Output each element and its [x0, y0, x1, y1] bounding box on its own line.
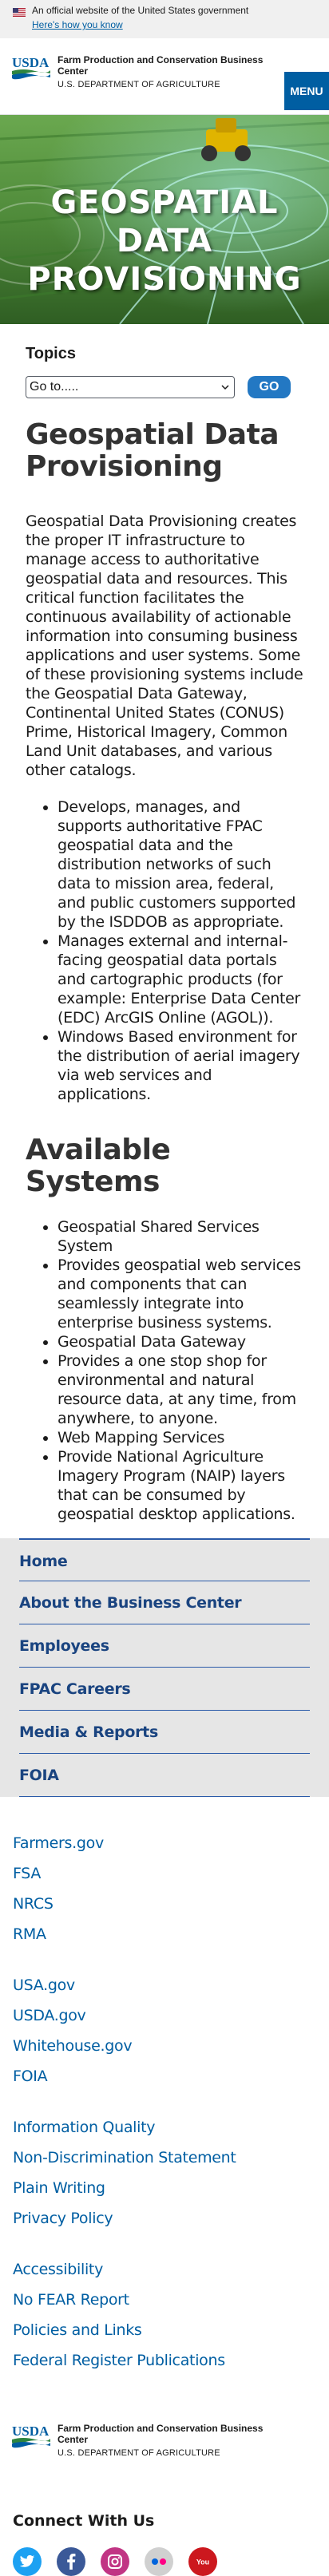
svg-text:You: You: [196, 2558, 209, 2566]
footer-link[interactable]: Accessibility: [13, 2260, 316, 2290]
footer-link[interactable]: Policies and Links: [13, 2321, 316, 2351]
social-links: You: [13, 2547, 316, 2576]
instagram-icon[interactable]: [101, 2547, 129, 2576]
list-item: Manages external and internal-facing geo…: [57, 932, 303, 1027]
list-item: Provides a one stop shop for environment…: [57, 1351, 303, 1428]
list-item: Geospatial Shared Services System: [57, 1217, 303, 1256]
topics-select[interactable]: Go to.....: [26, 376, 235, 398]
usda-logo-text: USDA: [12, 2424, 50, 2439]
twitter-icon[interactable]: [13, 2547, 42, 2576]
usda-logo[interactable]: USDA: [11, 2423, 51, 2448]
gov-banner: An official website of the United States…: [0, 0, 329, 38]
section-nav: Home About the Business Center Employees…: [0, 1538, 329, 1797]
footer-link-group-agencies: Farmers.gov FSA NRCS RMA: [13, 1834, 316, 1955]
intro-paragraph: Geospatial Data Provisioning creates the…: [26, 512, 303, 779]
list-item: Develops, manages, and supports authorit…: [57, 797, 303, 932]
heres-how-you-know-link[interactable]: Here's how you know: [32, 19, 123, 30]
footer-link[interactable]: USDA.gov: [13, 2006, 316, 2036]
agency-name[interactable]: Farm Production and Conservation Busines…: [57, 54, 273, 77]
footer-link[interactable]: USA.gov: [13, 1976, 316, 2006]
nav-item-employees[interactable]: Employees: [19, 1624, 310, 1668]
nav-item-foia[interactable]: FOIA: [19, 1754, 310, 1797]
department-name: U.S. DEPARTMENT OF AGRICULTURE: [57, 80, 220, 89]
facebook-icon[interactable]: [57, 2547, 85, 2576]
go-button[interactable]: GO: [248, 376, 291, 398]
list-item: Web Mapping Services: [57, 1428, 303, 1447]
list-item: Provides geospatial web services and com…: [57, 1256, 303, 1332]
footer-identity: USDA Farm Production and Conservation Bu…: [0, 2416, 329, 2512]
footer-link[interactable]: RMA: [13, 1925, 316, 1955]
nav-item-about[interactable]: About the Business Center: [19, 1581, 310, 1624]
hero-title-line-1: GEOSPATIAL DATA: [50, 184, 279, 259]
hero-title: GEOSPATIAL DATA PROVISIONING: [0, 184, 329, 299]
hero-title-line-2: PROVISIONING: [27, 261, 302, 298]
footer-link[interactable]: FSA: [13, 1864, 316, 1894]
chevron-down-icon: [221, 385, 229, 390]
systems-list: Geospatial Shared Services System Provid…: [26, 1217, 303, 1524]
hero-banner: GEOSPATIAL DATA PROVISIONING: [0, 115, 329, 324]
connect-title: Connect With Us: [13, 2512, 155, 2530]
topics-label: Topics: [26, 345, 76, 362]
footer-link[interactable]: Plain Writing: [13, 2178, 316, 2209]
responsibilities-list: Develops, manages, and supports authorit…: [26, 797, 303, 1104]
page-title: Geospatial Data Provisioning: [26, 418, 279, 483]
list-item: Geospatial Data Gateway: [57, 1332, 303, 1351]
connect-section: Connect With Us You: [0, 2512, 329, 2576]
main-content: Geospatial Data Provisioning Geospatial …: [0, 419, 329, 1524]
usda-logo[interactable]: USDA: [11, 54, 51, 80]
footer-link[interactable]: FOIA: [13, 2067, 316, 2097]
gov-banner-text: An official website of the United States…: [32, 5, 249, 16]
footer-links: Farmers.gov FSA NRCS RMA USA.gov USDA.go…: [0, 1797, 329, 2381]
topics-row: Go to..... GO: [26, 376, 303, 398]
footer-department-name: U.S. DEPARTMENT OF AGRICULTURE: [57, 2448, 220, 2458]
list-item: Windows Based environment for the distri…: [57, 1027, 303, 1104]
footer-agency-name: Farm Production and Conservation Busines…: [57, 2423, 264, 2445]
footer-link[interactable]: Whitehouse.gov: [13, 2036, 316, 2067]
list-item: Provide National Agriculture Imagery Pro…: [57, 1447, 303, 1524]
footer-link[interactable]: NRCS: [13, 1894, 316, 1925]
usda-logo-text: USDA: [12, 55, 50, 70]
site-header: USDA Farm Production and Conservation Bu…: [0, 38, 329, 115]
footer-link-group-policy: Information Quality Non-Discrimination S…: [13, 2118, 316, 2239]
footer-link-group-accessibility: Accessibility No FEAR Report Policies an…: [13, 2260, 316, 2381]
nav-item-media-reports[interactable]: Media & Reports: [19, 1711, 310, 1754]
youtube-icon[interactable]: You: [188, 2547, 217, 2576]
footer-link[interactable]: No FEAR Report: [13, 2290, 316, 2321]
footer-link-group-gov: USA.gov USDA.gov Whitehouse.gov FOIA: [13, 1976, 316, 2097]
footer-link[interactable]: Privacy Policy: [13, 2209, 316, 2239]
available-systems-title: Available Systems: [26, 1134, 171, 1198]
menu-button[interactable]: MENU: [284, 72, 329, 110]
nav-item-home[interactable]: Home: [19, 1538, 310, 1581]
topics-section: Topics Go to..... GO: [0, 324, 329, 398]
flickr-icon[interactable]: [145, 2547, 173, 2576]
footer-link[interactable]: Federal Register Publications: [13, 2351, 316, 2381]
topics-select-value: Go to.....: [30, 380, 79, 394]
footer-link[interactable]: Information Quality: [13, 2118, 316, 2148]
nav-item-careers[interactable]: FPAC Careers: [19, 1668, 310, 1711]
footer-link[interactable]: Farmers.gov: [13, 1834, 316, 1864]
footer-link[interactable]: Non-Discrimination Statement: [13, 2148, 316, 2178]
us-flag-icon: [13, 8, 26, 17]
